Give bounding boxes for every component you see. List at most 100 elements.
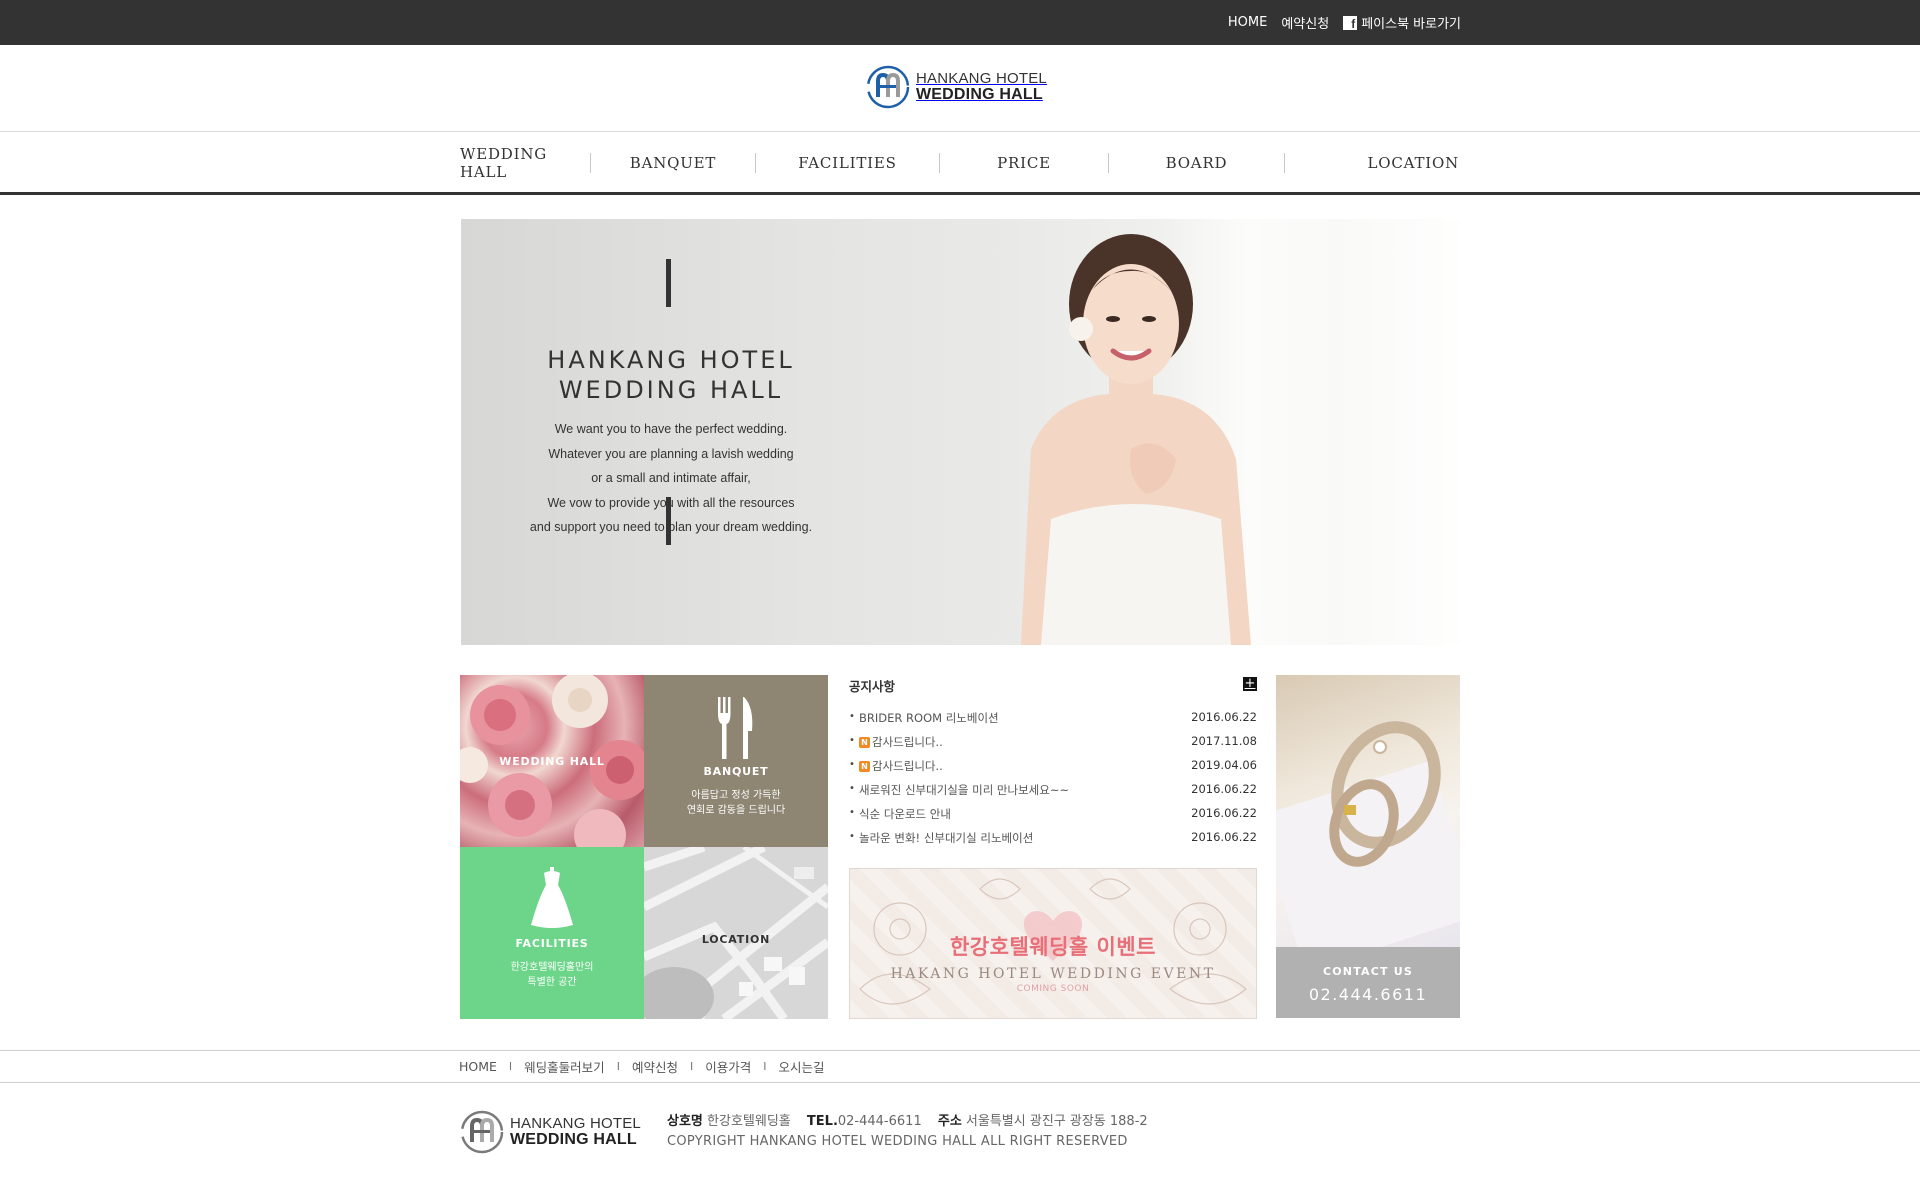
hero-description: We want you to have the perfect wedding.… <box>501 417 841 540</box>
top-home-link[interactable]: HOME <box>1228 15 1267 30</box>
contact-label: CONTACT US <box>1322 965 1414 978</box>
tile-facilities[interactable]: FACILITIES 한강호텔웨딩홀만의 특별한 공간 <box>460 847 644 1019</box>
tile-location[interactable]: LOCATION <box>644 847 828 1019</box>
notice-date: 2016.06.22 <box>1191 710 1257 724</box>
bullet-icon: • <box>849 759 855 770</box>
nav-wedding-hall[interactable]: WEDDING HALL <box>460 145 590 181</box>
notice-subject-text: 감사드립니다.. <box>872 759 943 773</box>
notice-item[interactable]: • BRIDER ROOM 리노베이션 2016.06.22 <box>849 708 1257 732</box>
fork-knife-icon <box>718 697 753 759</box>
copyright: COPYRIGHT HANKANG HOTEL WEDDING HALL ALL… <box>667 1134 1128 1149</box>
tile-wedding-label: WEDDING HALL <box>499 755 605 768</box>
footer-nav-price[interactable]: 이용가격 <box>705 1057 751 1076</box>
logo-text: HANKANG HOTEL WEDDING HALL <box>916 71 1047 103</box>
notice-item[interactable]: • 식순 다운로드 안내 2016.06.22 <box>849 804 1257 828</box>
notice-subject: 놀라운 변화! 신부대기실 리노베이션 <box>859 830 1033 846</box>
nav-facilities[interactable]: FACILITIES <box>756 154 939 172</box>
top-links: HOME 예약신청 f 페이스북 바로가기 <box>1228 0 1461 45</box>
tile-facilities-label: FACILITIES <box>515 937 589 950</box>
footer-nav-divider: I <box>689 1060 694 1073</box>
event-banner[interactable]: 한강호텔웨딩홀 이벤트 HAKANG HOTEL WEDDING EVENT C… <box>849 868 1257 1019</box>
dress-icon <box>531 867 573 928</box>
plus-icon[interactable]: + <box>1243 677 1257 691</box>
notice-item[interactable]: • N 감사드립니다.. 2019.04.06 <box>849 756 1257 780</box>
new-badge-icon: N <box>859 736 870 748</box>
tel-number: 02-444-6611 <box>837 1114 922 1129</box>
hero-bar-bottom <box>666 497 671 545</box>
notice-subject: N 감사드립니다.. <box>859 734 943 750</box>
nav-price[interactable]: PRICE <box>940 154 1108 172</box>
logo-mark-icon <box>866 65 910 109</box>
footer-logo-line1: HANKANG HOTEL <box>510 1115 641 1132</box>
hero-title-line1: HANKANG HOTEL <box>547 346 795 374</box>
nav-board[interactable]: BOARD <box>1109 154 1284 172</box>
notice-subject-text: 감사드립니다.. <box>872 735 943 749</box>
notice-item[interactable]: • 새로워진 신부대기실을 미리 만나보세요~~ 2016.06.22 <box>849 780 1257 804</box>
notice-list: • BRIDER ROOM 리노베이션 2016.06.22 • N 감사드립니다… <box>849 708 1257 852</box>
footer-nav-tour[interactable]: 웨딩홀둘러보기 <box>524 1057 605 1076</box>
notice-subject-text: BRIDER ROOM 리노베이션 <box>859 711 999 725</box>
site-logo[interactable]: HANKANG HOTEL WEDDING HALL <box>866 65 1047 109</box>
notice-date: 2017.11.08 <box>1191 734 1257 748</box>
notice-date: 2016.06.22 <box>1191 782 1257 796</box>
footer-logo-line2: WEDDING HALL <box>510 1131 637 1148</box>
tile-banquet-sub2: 연회로 감동을 드립니다 <box>686 805 786 816</box>
logo-line2: WEDDING HALL <box>916 86 1043 103</box>
top-reservation-link[interactable]: 예약신청 <box>1281 13 1329 32</box>
hero-desc-line: and support you need to plan your dream … <box>529 520 813 534</box>
notice-subject-text: 놀라운 변화! 신부대기실 리노베이션 <box>859 831 1034 845</box>
event-title-kr: 한강호텔웨딩홀 이벤트 <box>949 935 1156 959</box>
notice-subject: N 감사드립니다.. <box>859 758 943 774</box>
hero-desc-line: We vow to provide you with all the resou… <box>547 495 795 510</box>
notice-header: 공지사항 + <box>849 675 1257 697</box>
tel-label: TEL. <box>806 1114 838 1129</box>
footer: HANKANG HOTEL WEDDING HALL 상호명 한강호텔웨딩홀 T… <box>0 1084 1920 1203</box>
top-facebook-link[interactable]: f 페이스북 바로가기 <box>1343 13 1461 32</box>
bullet-icon: • <box>849 783 855 794</box>
ring-image-panel <box>1276 675 1460 947</box>
bullet-icon: • <box>849 831 855 842</box>
footer-nav-directions[interactable]: 오시는길 <box>778 1057 824 1076</box>
tile-banquet-sub1: 아름답고 정성 가득한 <box>691 790 781 801</box>
tile-banquet[interactable]: BANQUET 아름답고 정성 가득한 연회로 감동을 드립니다 <box>644 675 828 847</box>
tile-wedding-hall[interactable]: WEDDING HALL <box>460 675 644 847</box>
notice-subject: 식순 다운로드 안내 <box>859 806 951 822</box>
new-badge-icon: N <box>859 760 870 772</box>
bullet-icon: • <box>849 735 855 746</box>
company-name: 한강호텔웨딩홀 <box>707 1114 791 1129</box>
footer-nav-divider: I <box>508 1060 513 1073</box>
notice-subject-text: 새로워진 신부대기실을 미리 만나보세요~~ <box>859 783 1070 797</box>
notice-subject: 새로워진 신부대기실을 미리 만나보세요~~ <box>859 782 1069 798</box>
company-label: 상호명 <box>667 1114 703 1129</box>
contact-box: CONTACT US 02.444.6611 <box>1276 947 1460 1018</box>
hero-bar-top <box>666 259 671 307</box>
footer-nav-divider: I <box>616 1060 620 1073</box>
notice-date: 2016.06.22 <box>1191 806 1257 820</box>
tile-location-label: LOCATION <box>701 933 771 946</box>
notice-title: 공지사항 <box>849 679 896 694</box>
notice-item[interactable]: • 놀라운 변화! 신부대기실 리노베이션 2016.06.22 <box>849 828 1257 852</box>
hero-banner: HANKANG HOTEL WEDDING HALL We want you t… <box>461 219 1461 645</box>
event-title-en: HAKANG HOTEL WEDDING EVENT <box>890 966 1216 982</box>
hero-desc-line: or a small and intimate affair, <box>591 471 751 485</box>
nav-banquet[interactable]: BANQUET <box>591 154 755 172</box>
footer-nav: HOME I 웨딩홀둘러보기 I 예약신청 I 이용가격 I 오시는길 <box>0 1050 1920 1083</box>
notice-date: 2019.04.06 <box>1191 758 1257 772</box>
hero-title-line2: WEDDING HALL <box>558 376 784 404</box>
event-coming-soon: COMING SOON <box>1016 984 1090 994</box>
tile-facilities-sub1: 한강호텔웨딩홀만의 <box>510 962 594 973</box>
bullet-icon: • <box>849 711 855 722</box>
notice-subject-text: 식순 다운로드 안내 <box>859 807 951 821</box>
bullet-icon: • <box>849 807 855 818</box>
wedding-ring-image <box>1276 721 1460 947</box>
footer-nav-home[interactable]: HOME <box>459 1059 497 1074</box>
contact-phone: 02.444.6611 <box>1308 985 1428 1004</box>
nav-location[interactable]: LOCATION <box>1285 154 1459 172</box>
address-label: 주소 <box>937 1114 962 1129</box>
tile-banquet-label: BANQUET <box>703 765 769 778</box>
notice-item[interactable]: • N 감사드립니다.. 2017.11.08 <box>849 732 1257 756</box>
footer-nav-reservation[interactable]: 예약신청 <box>632 1057 678 1076</box>
hero-desc-line: We want you to have the perfect wedding. <box>554 422 788 436</box>
facebook-link-label: 페이스북 바로가기 <box>1361 17 1461 32</box>
hero-title: HANKANG HOTEL WEDDING HALL <box>501 345 841 405</box>
